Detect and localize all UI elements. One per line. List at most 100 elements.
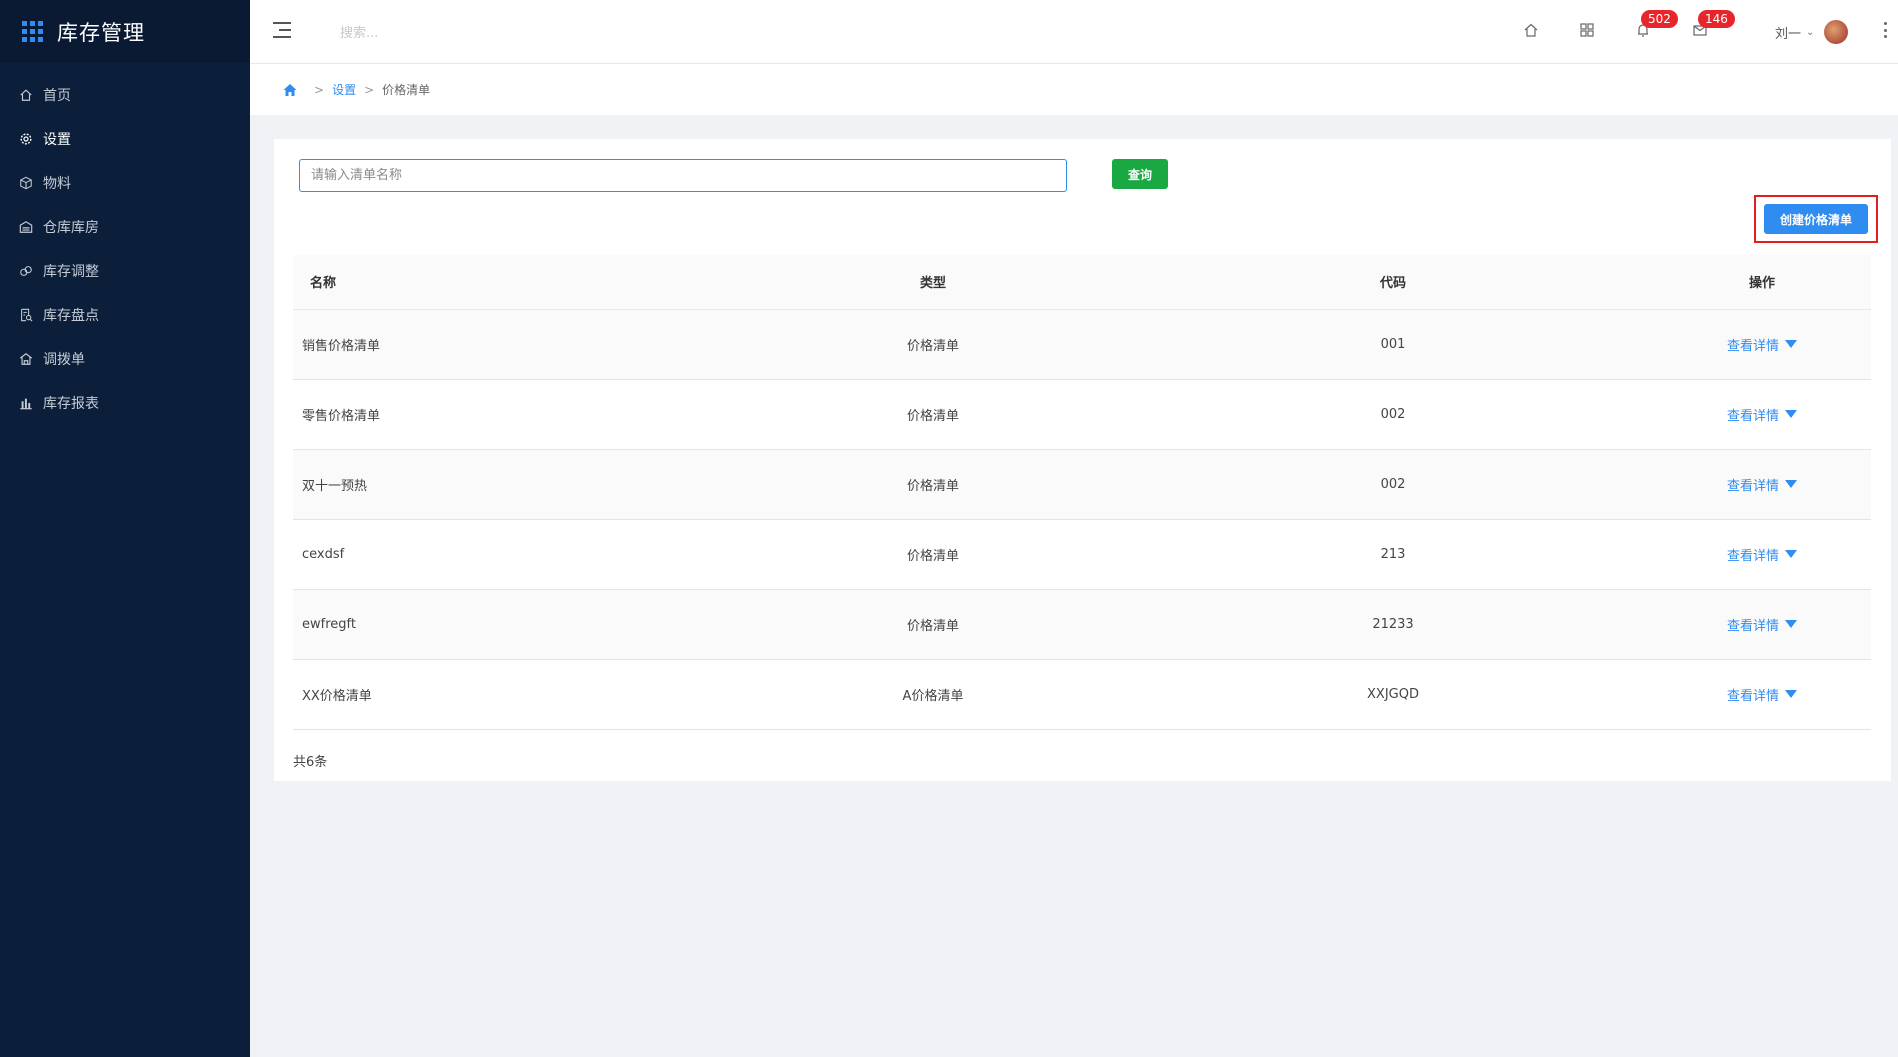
cell-actions: 查看详情	[1653, 659, 1871, 730]
notification-bell-icon[interactable]: 502	[1633, 10, 1678, 40]
cell-type: 价格清单	[733, 379, 1133, 450]
warehouse-icon	[18, 219, 34, 235]
sidebar-item-warehouse[interactable]: 仓库库房	[0, 205, 250, 249]
view-details-link[interactable]: 查看详情	[1727, 405, 1779, 424]
transfer-icon	[18, 351, 34, 367]
breadcrumb-link-settings[interactable]: 设置	[332, 81, 356, 98]
caret-down-icon	[1785, 690, 1797, 698]
table-total-count: 共6条	[293, 755, 328, 770]
create-price-list-button[interactable]: 创建价格清单	[1764, 204, 1868, 234]
sidebar-item-label: 库存报表	[43, 396, 99, 412]
cell-name: XX价格清单	[293, 659, 733, 730]
sidebar-item-label: 首页	[43, 88, 71, 104]
cube-icon	[18, 175, 34, 191]
view-details-link[interactable]: 查看详情	[1727, 475, 1779, 494]
more-vertical-icon[interactable]	[1884, 22, 1888, 38]
query-button[interactable]: 查询	[1112, 159, 1168, 189]
cell-name: cexdsf	[293, 519, 733, 590]
cell-code: 002	[1133, 379, 1653, 450]
message-icon[interactable]: 146	[1690, 10, 1735, 40]
cell-type: 价格清单	[733, 519, 1133, 590]
sidebar-menu: 首页 设置 物料 仓库库房 库存调整 库存盘点 调拨单 库存报表	[0, 63, 250, 425]
cell-name: 销售价格清单	[293, 309, 733, 380]
table-row: 销售价格清单 价格清单 001 查看详情	[293, 309, 1871, 380]
sidebar-item-label: 设置	[43, 132, 71, 148]
view-details-dropdown[interactable]: 查看详情	[1727, 545, 1797, 564]
caret-down-icon	[1785, 480, 1797, 488]
gear-icon	[18, 131, 34, 147]
cell-actions: 查看详情	[1653, 449, 1871, 520]
sidebar-item-label: 仓库库房	[43, 220, 99, 236]
cell-actions: 查看详情	[1653, 519, 1871, 590]
cell-code: 001	[1133, 309, 1653, 380]
price-list-card: 查询 创建价格清单 名称 类型 代码 操作 销售价格清单 价格清单 001 查看…	[274, 139, 1891, 781]
view-details-dropdown[interactable]: 查看详情	[1727, 615, 1797, 634]
brand[interactable]: 库存管理	[0, 0, 250, 63]
price-list-table: 名称 类型 代码 操作 销售价格清单 价格清单 001 查看详情 零售价格清单 …	[293, 255, 1871, 730]
sidebar-item-label: 物料	[43, 176, 71, 192]
view-details-link[interactable]: 查看详情	[1727, 685, 1779, 704]
cell-name: 零售价格清单	[293, 379, 733, 450]
view-details-dropdown[interactable]: 查看详情	[1727, 405, 1797, 424]
inventory-check-icon	[18, 307, 34, 323]
table-header-row: 名称 类型 代码 操作	[293, 255, 1871, 310]
create-button-highlight: 创建价格清单	[1754, 195, 1878, 243]
table-row: cexdsf 价格清单 213 查看详情	[293, 519, 1871, 590]
home-icon[interactable]	[1521, 20, 1541, 40]
sidebar-item-stock-check[interactable]: 库存盘点	[0, 293, 250, 337]
view-details-dropdown[interactable]: 查看详情	[1727, 335, 1797, 354]
sidebar-item-materials[interactable]: 物料	[0, 161, 250, 205]
breadcrumb: > 设置 > 价格清单	[250, 64, 1898, 115]
sidebar-item-settings[interactable]: 设置	[0, 117, 250, 161]
caret-down-icon	[1785, 410, 1797, 418]
view-details-link[interactable]: 查看详情	[1727, 615, 1779, 634]
sidebar: 库存管理 首页 设置 物料 仓库库房 库存调整 库存盘点 调拨单 库存报表	[0, 0, 250, 1057]
column-header-name: 名称	[293, 255, 733, 310]
cell-code: 21233	[1133, 589, 1653, 660]
adjust-icon	[18, 263, 34, 279]
view-details-link[interactable]: 查看详情	[1727, 545, 1779, 564]
cell-actions: 查看详情	[1653, 379, 1871, 450]
breadcrumb-current: 价格清单	[382, 83, 431, 97]
table-row: ewfregft 价格清单 21233 查看详情	[293, 589, 1871, 660]
caret-down-icon	[1785, 620, 1797, 628]
cell-name: ewfregft	[293, 589, 733, 660]
column-header-actions: 操作	[1653, 255, 1871, 310]
list-name-input[interactable]	[299, 159, 1067, 192]
cell-name: 双十一预热	[293, 449, 733, 520]
cell-actions: 查看详情	[1653, 589, 1871, 660]
table-row: 双十一预热 价格清单 002 查看详情	[293, 449, 1871, 520]
cell-actions: 查看详情	[1653, 309, 1871, 380]
caret-down-icon	[1785, 340, 1797, 348]
sidebar-item-label: 库存盘点	[43, 308, 99, 324]
message-badge: 146	[1698, 10, 1735, 28]
sidebar-item-stock-report[interactable]: 库存报表	[0, 381, 250, 425]
caret-down-icon	[1785, 550, 1797, 558]
search-input[interactable]	[340, 22, 560, 44]
menu-toggle-icon[interactable]	[273, 22, 291, 38]
table-row: XX价格清单 A价格清单 XXJGQD 查看详情	[293, 659, 1871, 730]
cell-type: 价格清单	[733, 589, 1133, 660]
grid-apps-icon[interactable]	[1577, 20, 1597, 40]
sidebar-item-label: 库存调整	[43, 264, 99, 280]
cell-code: XXJGQD	[1133, 659, 1653, 730]
avatar[interactable]	[1824, 20, 1849, 44]
notification-badge: 502	[1641, 10, 1678, 28]
app-title: 库存管理	[57, 20, 145, 45]
apps-grid-icon	[22, 21, 43, 42]
sidebar-item-stock-adjust[interactable]: 库存调整	[0, 249, 250, 293]
table-row: 零售价格清单 价格清单 002 查看详情	[293, 379, 1871, 450]
sidebar-item-home[interactable]: 首页	[0, 73, 250, 117]
breadcrumb-home-icon[interactable]	[282, 82, 298, 98]
user-name: 刘一	[1775, 26, 1802, 42]
view-details-dropdown[interactable]: 查看详情	[1727, 685, 1797, 704]
view-details-link[interactable]: 查看详情	[1727, 335, 1779, 354]
home-icon	[18, 87, 34, 103]
user-menu[interactable]: 刘一 ⌄	[1775, 20, 1849, 44]
bar-chart-icon	[18, 395, 34, 411]
top-header: 502 146 刘一 ⌄	[250, 0, 1898, 64]
cell-code: 002	[1133, 449, 1653, 520]
breadcrumb-separator: >	[364, 82, 375, 97]
sidebar-item-transfer[interactable]: 调拨单	[0, 337, 250, 381]
view-details-dropdown[interactable]: 查看详情	[1727, 475, 1797, 494]
